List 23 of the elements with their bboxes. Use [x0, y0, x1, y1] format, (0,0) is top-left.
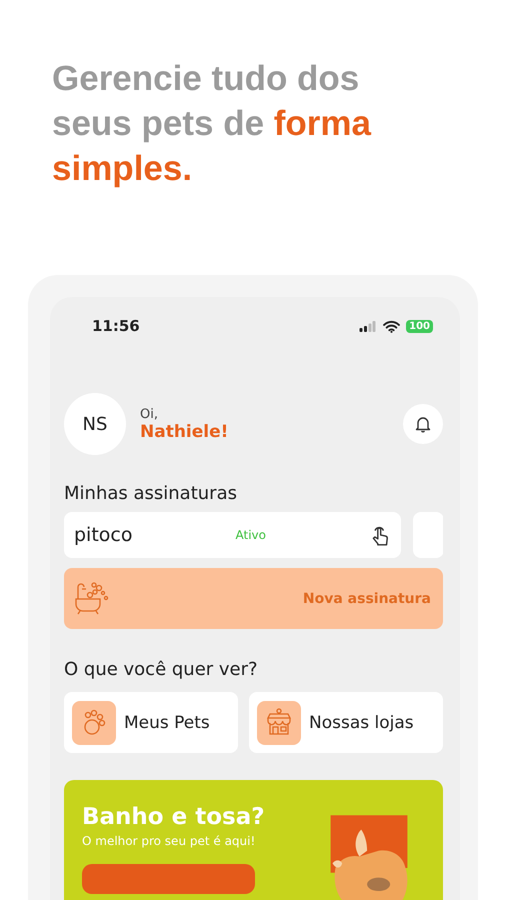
subscription-card[interactable]: pitoco Ativo: [64, 512, 401, 558]
status-time: 11:56: [92, 317, 140, 335]
shortcut-card[interactable]: Nossas lojas: [249, 692, 443, 753]
banner-subtitle: O melhor pro seu pet é aqui!: [82, 834, 256, 848]
notifications-button[interactable]: [403, 404, 443, 444]
new-subscription-label: Nova assinatura: [302, 590, 431, 606]
section-title: Minhas assinaturas: [64, 483, 238, 504]
battery-level: 100: [406, 320, 433, 332]
storefront-icon: [264, 708, 294, 738]
banner-title: Banho e tosa?: [82, 804, 265, 830]
headline: Gerencie tudo dos seus pets de forma simples.: [52, 58, 372, 190]
greeting-text: Oi,: [140, 406, 159, 422]
signal-icon: [358, 320, 378, 332]
user-name: Nathiele!: [140, 422, 230, 442]
shortcut-label: Nossas lojas: [309, 712, 414, 732]
status-label: Ativo: [236, 528, 266, 542]
wifi-icon: [383, 320, 400, 332]
shortcut-label: Meus Pets: [124, 712, 210, 732]
avatar[interactable]: NS: [64, 393, 126, 455]
banner-button[interactable]: [82, 864, 255, 894]
section-title: O que você quer ver?: [64, 659, 259, 680]
shortcut-card[interactable]: Meus Pets: [64, 692, 238, 753]
pet-name: pitoco: [74, 524, 132, 546]
